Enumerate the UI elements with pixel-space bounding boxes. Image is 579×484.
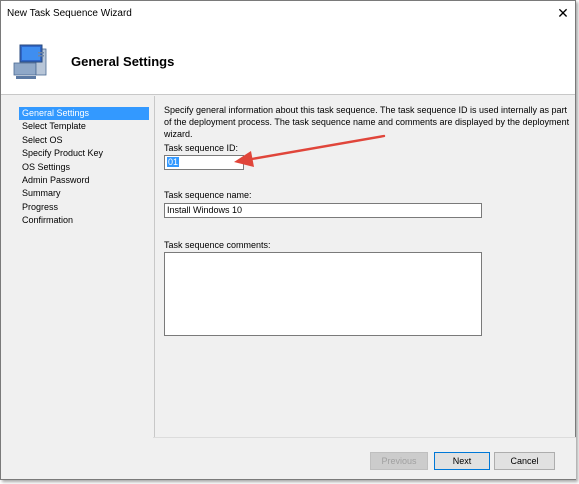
step-admin-password[interactable]: Admin Password — [19, 174, 149, 187]
step-confirmation[interactable]: Confirmation — [19, 214, 149, 227]
cancel-button[interactable]: Cancel — [494, 452, 555, 470]
task-sequence-id-input[interactable]: 01 — [164, 155, 244, 170]
title-bar: New Task Sequence Wizard ✕ — [1, 1, 575, 27]
task-sequence-id-value: 01 — [167, 157, 180, 167]
window-title: New Task Sequence Wizard — [7, 8, 132, 19]
computer-icon — [13, 44, 47, 79]
task-sequence-name-input[interactable]: Install Windows 10 — [164, 203, 482, 218]
page-title: General Settings — [71, 54, 175, 69]
task-sequence-id-label: Task sequence ID: — [164, 143, 239, 153]
button-bar: Previous Next Cancel — [153, 437, 576, 479]
previous-button[interactable]: Previous — [370, 452, 428, 470]
task-sequence-comments-label: Task sequence comments: — [164, 240, 271, 250]
wizard-header: General Settings — [1, 27, 575, 95]
step-progress[interactable]: Progress — [19, 201, 149, 214]
settings-panel: Specify general information about this t… — [164, 104, 574, 140]
next-button[interactable]: Next — [434, 452, 490, 470]
step-select-os[interactable]: Select OS — [19, 134, 149, 147]
wizard-window: New Task Sequence Wizard ✕ General Setti… — [0, 0, 576, 480]
step-os-settings[interactable]: OS Settings — [19, 161, 149, 174]
wizard-step-list: General Settings Select Template Select … — [19, 107, 149, 228]
step-general-settings[interactable]: General Settings — [19, 107, 149, 121]
nav-divider — [154, 96, 155, 438]
close-icon[interactable]: ✕ — [555, 6, 571, 22]
step-summary[interactable]: Summary — [19, 187, 149, 200]
task-sequence-name-label: Task sequence name: — [164, 190, 252, 200]
page-description: Specify general information about this t… — [164, 105, 570, 139]
step-select-template[interactable]: Select Template — [19, 120, 149, 133]
task-sequence-comments-input[interactable] — [164, 252, 482, 336]
step-specify-product-key[interactable]: Specify Product Key — [19, 147, 149, 160]
